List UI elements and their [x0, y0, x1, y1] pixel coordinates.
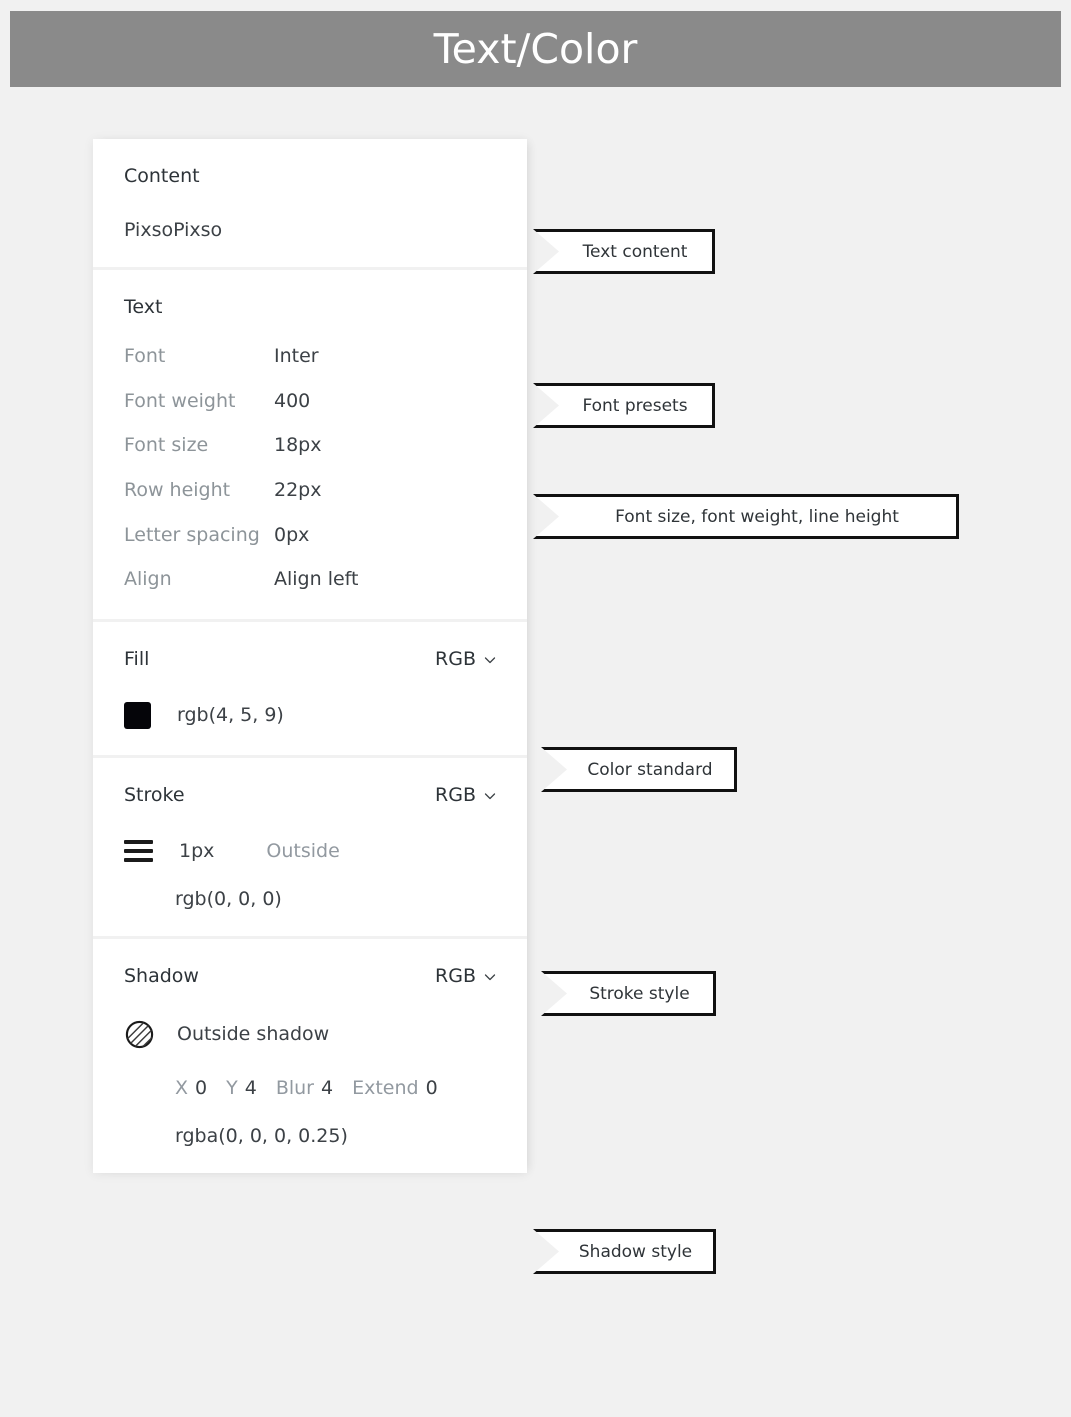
callout-font-presets: Font presets	[533, 383, 715, 428]
section-title-shadow: Shadow	[124, 964, 199, 987]
fill-color-standard-label: RGB	[435, 647, 476, 670]
shadow-metric-y-value: 4	[244, 1076, 257, 1099]
prop-label-font-size: Font size	[124, 434, 209, 457]
stroke-position-value[interactable]: Outside	[266, 840, 339, 862]
callout-label: Color standard	[587, 759, 713, 780]
shadow-metric-y-label: Y	[226, 1076, 238, 1099]
table-row: Font size 18px	[124, 433, 497, 459]
fill-color-value[interactable]: rgb(4, 5, 9)	[177, 704, 284, 726]
shadow-metric-x-value: 0	[195, 1076, 208, 1099]
table-row: Align Align left	[124, 567, 497, 593]
table-row: Letter spacing 0px	[124, 523, 497, 549]
inspector-panel: Content PixsoPixso Text Font Inter Font …	[93, 139, 527, 1173]
prop-label-row-height: Row height	[124, 478, 231, 501]
section-title-text: Text	[124, 296, 163, 318]
prop-label-font: Font	[124, 345, 166, 367]
section-content: Content PixsoPixso	[93, 139, 527, 267]
page-header-bar: Text/Color	[10, 11, 1061, 87]
callout-shadow-style: Shadow style	[533, 1229, 716, 1274]
fill-color-row[interactable]: rgb(4, 5, 9)	[124, 701, 497, 729]
shadow-color-standard-label: RGB	[435, 964, 476, 987]
callout-label: Font size, font weight, line height	[615, 506, 899, 527]
shadow-type-row[interactable]: Outside shadow	[124, 1019, 497, 1050]
prop-value-font[interactable]: Inter	[274, 344, 319, 370]
section-shadow: Shadow RGB Outside shadow X 0 Y 4 Blur 4…	[93, 935, 527, 1173]
shadow-metric-extend-label: Extend	[352, 1076, 419, 1099]
page-title: Text/Color	[433, 25, 638, 73]
callout-font-metrics: Font size, font weight, line height	[533, 494, 959, 539]
shadow-hatch-icon	[124, 1019, 155, 1050]
chevron-down-icon	[483, 789, 497, 803]
chevron-down-icon	[483, 970, 497, 984]
section-text: Text Font Inter Font weight 400 Font siz…	[93, 267, 527, 619]
stroke-style-row[interactable]: 1px Outside	[124, 839, 497, 862]
section-title-stroke: Stroke	[124, 783, 185, 806]
callout-label: Stroke style	[589, 983, 690, 1004]
callout-label: Font presets	[582, 395, 688, 416]
shadow-metric-x-label: X	[175, 1076, 189, 1099]
callout-label: Text content	[582, 241, 688, 262]
fill-color-standard-select[interactable]: RGB	[435, 648, 497, 670]
shadow-metric-blur[interactable]: Blur 4	[276, 1077, 333, 1099]
section-title-fill: Fill	[124, 647, 150, 670]
section-title-content: Content	[124, 165, 200, 187]
prop-value-font-size[interactable]: 18px	[274, 433, 321, 459]
prop-value-font-weight[interactable]: 400	[274, 389, 310, 415]
section-stroke: Stroke RGB 1px Outside rgb(0, 0, 0)	[93, 754, 527, 936]
callout-stroke-style: Stroke style	[541, 971, 716, 1016]
shadow-metric-extend[interactable]: Extend 0	[352, 1077, 438, 1099]
shadow-metric-x[interactable]: X 0	[175, 1077, 207, 1099]
stroke-color-standard-select[interactable]: RGB	[435, 784, 497, 806]
table-row: Row height 22px	[124, 478, 497, 504]
stroke-color-standard-label: RGB	[435, 783, 476, 806]
prop-label-letter-spacing: Letter spacing	[124, 523, 260, 546]
callout-color-standard: Color standard	[541, 747, 737, 792]
stroke-weight-icon	[124, 839, 153, 862]
text-content-value[interactable]: PixsoPixso	[124, 219, 497, 241]
shadow-color-value[interactable]: rgba(0, 0, 0, 0.25)	[175, 1125, 497, 1147]
text-properties-table: Font Inter Font weight 400 Font size 18p…	[124, 344, 497, 593]
shadow-metric-blur-value: 4	[321, 1076, 334, 1099]
chevron-down-icon	[483, 653, 497, 667]
shadow-metric-extend-value: 0	[425, 1076, 438, 1099]
prop-value-row-height[interactable]: 22px	[274, 478, 321, 504]
shadow-metrics-row: X 0 Y 4 Blur 4 Extend 0	[175, 1077, 497, 1099]
fill-color-swatch[interactable]	[124, 701, 151, 729]
prop-label-font-weight: Font weight	[124, 389, 236, 412]
table-row: Font Inter	[124, 344, 497, 370]
callout-text-content: Text content	[533, 229, 715, 274]
shadow-metric-y[interactable]: Y 4	[226, 1077, 257, 1099]
stroke-width-value[interactable]: 1px	[179, 840, 214, 862]
table-row: Font weight 400	[124, 389, 497, 415]
section-fill: Fill RGB rgb(4, 5, 9)	[93, 618, 527, 755]
prop-value-letter-spacing[interactable]: 0px	[274, 523, 309, 549]
callout-label: Shadow style	[578, 1241, 693, 1262]
stroke-color-value[interactable]: rgb(0, 0, 0)	[175, 888, 497, 910]
shadow-color-standard-select[interactable]: RGB	[435, 965, 497, 987]
prop-label-align: Align	[124, 568, 172, 591]
shadow-type-value[interactable]: Outside shadow	[177, 1023, 329, 1045]
shadow-metric-blur-label: Blur	[275, 1076, 314, 1099]
prop-value-align[interactable]: Align left	[274, 567, 358, 593]
